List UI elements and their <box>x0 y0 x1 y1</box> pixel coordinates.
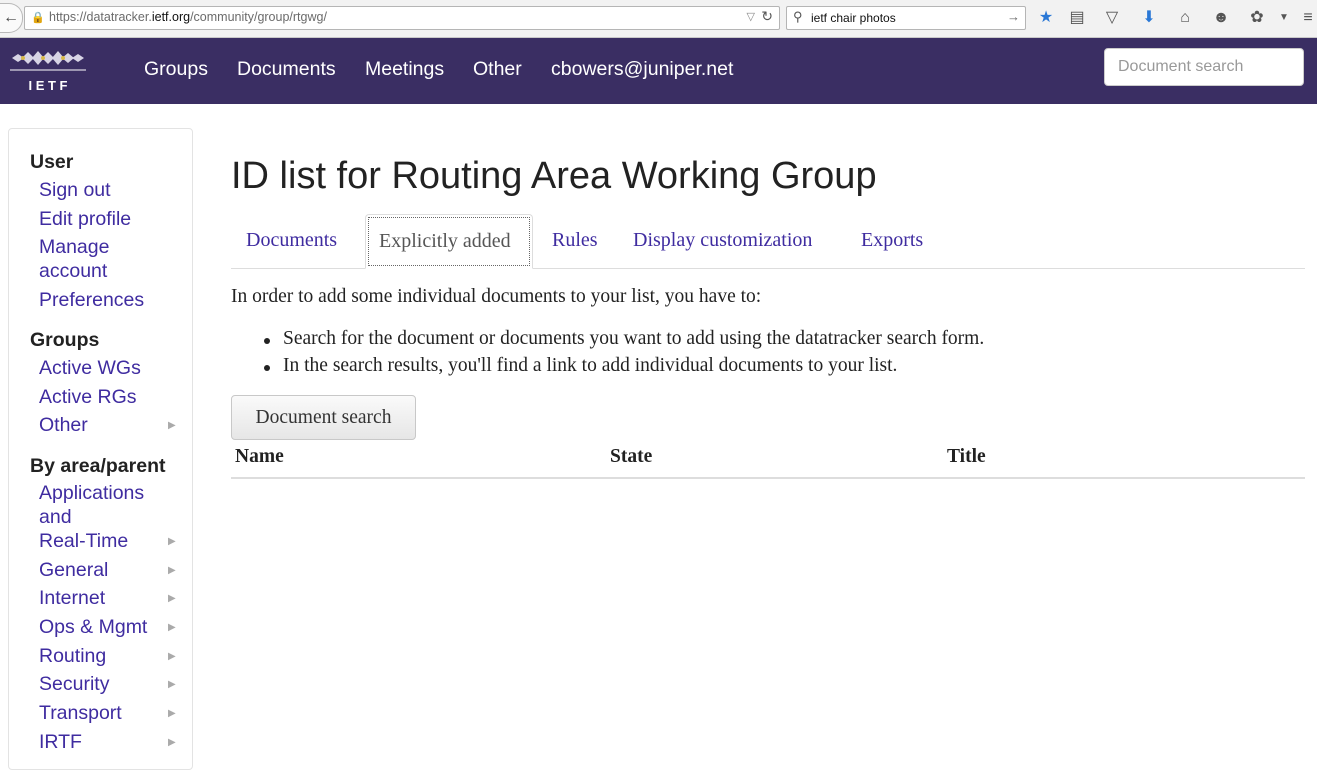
sidebar-heading-by-area: By area/parent <box>30 455 166 477</box>
overflow-menu-icon[interactable]: ▼ <box>1272 6 1296 30</box>
caret-right-icon: ▶ <box>168 737 176 748</box>
caret-right-icon: ▶ <box>168 420 176 431</box>
column-header-state[interactable]: State <box>610 446 652 468</box>
bookmark-star-icon[interactable]: ★ <box>1034 6 1058 30</box>
table-header: Name State Title <box>231 446 1305 479</box>
sidebar-item-security[interactable]: Security <box>39 672 109 696</box>
tab-explicitly-added[interactable]: Explicitly added <box>365 214 533 269</box>
caret-right-icon: ▶ <box>168 708 176 719</box>
caret-right-icon: ▶ <box>168 536 176 547</box>
sidebar-item-applications[interactable]: Applications <box>39 481 144 505</box>
reading-list-icon[interactable]: ▤ <box>1065 6 1089 30</box>
lock-icon: 🔒 <box>31 12 45 24</box>
hamburger-menu-icon[interactable]: ≡ <box>1296 6 1317 30</box>
caret-right-icon: ▶ <box>168 565 176 576</box>
list-item-text: In the search results, you'll find a lin… <box>283 355 898 376</box>
sidebar-item-other[interactable]: Other <box>39 413 88 437</box>
tab-bar: Documents Explicitly added Rules Display… <box>231 214 1305 269</box>
intro-text: In order to add some individual document… <box>231 286 762 307</box>
magnifier-icon: ⚲ <box>793 9 803 24</box>
column-header-title[interactable]: Title <box>947 446 986 468</box>
sidebar-item-sign-out[interactable]: Sign out <box>39 178 111 202</box>
address-bar[interactable]: 🔒 https://datatracker.ietf.org/community… <box>24 6 780 30</box>
nav-documents[interactable]: Documents <box>237 58 336 81</box>
caret-right-icon: ▶ <box>168 593 176 604</box>
sidebar-heading-user: User <box>30 151 74 173</box>
ietf-logo-text: I E T F <box>29 78 68 93</box>
go-arrow-icon[interactable]: → <box>1007 9 1020 24</box>
nav-user-account[interactable]: cbowers@juniper.net <box>551 58 733 81</box>
bullet-icon <box>264 338 270 344</box>
caret-right-icon: ▶ <box>168 651 176 662</box>
caret-right-icon: ▶ <box>168 622 176 633</box>
chat-icon[interactable]: ☻ <box>1209 6 1233 30</box>
sidebar: User Sign out Edit profile Manage accoun… <box>8 128 193 770</box>
sidebar-item-transport[interactable]: Transport <box>39 701 122 725</box>
nav-other[interactable]: Other <box>473 58 522 81</box>
browser-search-bar[interactable]: ⚲ ietf chair photos → <box>786 6 1026 30</box>
url-text: https://datatracker.ietf.org/community/g… <box>49 10 327 24</box>
pocket-icon[interactable]: ▽ <box>1100 6 1124 30</box>
browser-toolbar: ← 🔒 https://datatracker.ietf.org/communi… <box>0 0 1317 38</box>
browser-search-text: ietf chair photos <box>811 11 896 25</box>
reload-icon[interactable]: ↻ <box>761 8 773 25</box>
nav-groups[interactable]: Groups <box>144 58 208 81</box>
tab-documents[interactable]: Documents <box>246 214 337 267</box>
sidebar-item-manage-account-line2[interactable]: account <box>39 259 107 283</box>
dropdown-arrow-icon[interactable]: ▽ <box>747 10 755 23</box>
document-search-button[interactable]: Document search <box>231 395 416 440</box>
sidebar-item-active-wgs[interactable]: Active WGs <box>39 356 141 380</box>
sidebar-item-applications-line2[interactable]: and <box>39 505 72 529</box>
nav-meetings[interactable]: Meetings <box>365 58 444 81</box>
column-header-name[interactable]: Name <box>235 446 284 468</box>
sidebar-heading-groups: Groups <box>30 329 100 351</box>
sidebar-item-routing[interactable]: Routing <box>39 644 106 668</box>
tab-exports[interactable]: Exports <box>861 214 923 267</box>
tab-display-customization[interactable]: Display customization <box>633 214 812 267</box>
sidebar-item-internet[interactable]: Internet <box>39 586 105 610</box>
extension-icon[interactable]: ✿ <box>1245 6 1269 30</box>
page-title: ID list for Routing Area Working Group <box>231 155 877 197</box>
tab-explicitly-added-label: Explicitly added <box>379 230 511 252</box>
back-arrow-icon[interactable]: ← <box>0 3 23 33</box>
site-navbar: I E T F Groups Documents Meetings Other … <box>0 38 1317 104</box>
tab-rules[interactable]: Rules <box>552 214 598 267</box>
sidebar-item-ops-mgmt[interactable]: Ops & Mgmt <box>39 615 147 639</box>
sidebar-item-manage-account[interactable]: Manage <box>39 235 109 259</box>
sidebar-item-preferences[interactable]: Preferences <box>39 288 144 312</box>
sidebar-item-applications-line3[interactable]: Real-Time <box>39 529 128 553</box>
sidebar-item-general[interactable]: General <box>39 558 108 582</box>
sidebar-item-edit-profile[interactable]: Edit profile <box>39 207 131 231</box>
ietf-logo[interactable]: I E T F <box>10 46 86 94</box>
sidebar-item-irtf[interactable]: IRTF <box>39 730 82 754</box>
download-icon[interactable]: ⬇ <box>1137 6 1161 30</box>
bullet-icon <box>264 365 270 371</box>
sidebar-item-active-rgs[interactable]: Active RGs <box>39 385 137 409</box>
caret-right-icon: ▶ <box>168 679 176 690</box>
home-icon[interactable]: ⌂ <box>1173 6 1197 30</box>
list-item-text: Search for the document or documents you… <box>283 328 985 349</box>
document-search-input[interactable] <box>1104 48 1304 86</box>
